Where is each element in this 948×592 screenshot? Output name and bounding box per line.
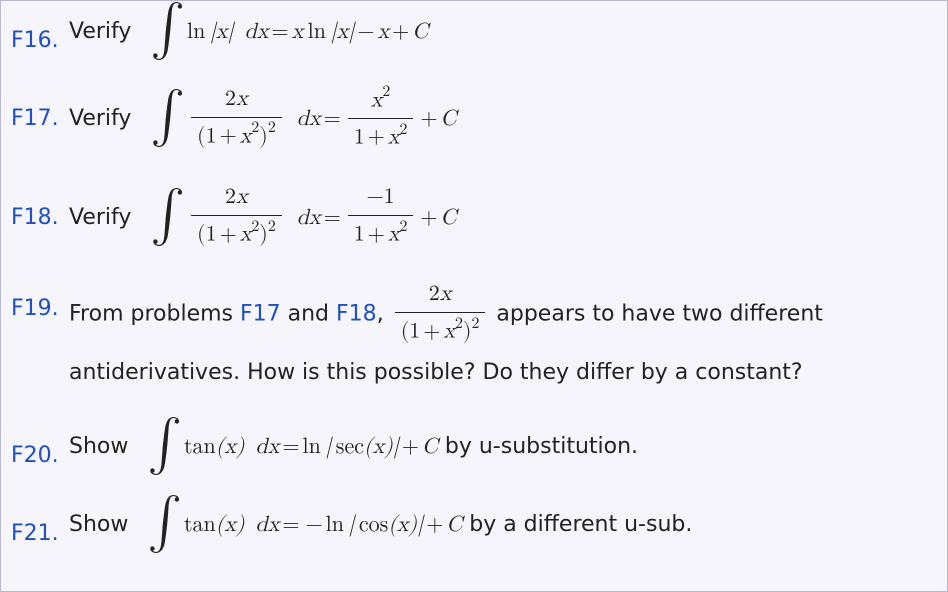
problem-ref: F18 [336, 302, 377, 327]
problem-f17: F17. Verify ∫2x(1+x2)2 dx=x21+x2+C [11, 85, 929, 156]
problem-f18: F18. Verify ∫2x(1+x2)2 dx=−11+x2+C [11, 184, 929, 253]
problem-text: Verify ∫ln |x| dx=x ln |x|−x+C [69, 16, 929, 49]
problem-text: From problems F17 and F18, 2x(1+x2)2 app… [69, 281, 929, 388]
math-expression: ∫tan(x) dx=−ln | cos(x)|+C [141, 514, 462, 536]
verb: Verify [69, 106, 131, 131]
problem-text: Show ∫tan(x) dx=−ln | cos(x)|+C by a dif… [69, 509, 929, 542]
problem-label: F16. [11, 7, 69, 57]
problem-label: F17. [11, 85, 69, 135]
text: by a different u-sub. [462, 512, 692, 537]
problem-f19: F19. From problems F17 and F18, 2x(1+x2)… [11, 281, 929, 388]
problem-f20: F20. Show ∫tan(x) dx=ln | sec(x)|+C by u… [11, 422, 929, 472]
problem-label: F19. [11, 281, 69, 325]
problem-text: Verify ∫2x(1+x2)2 dx=x21+x2+C [69, 85, 929, 156]
math-expression: ∫tan(x) dx=ln | sec(x)|+C [141, 436, 438, 458]
verb: Verify [69, 19, 131, 44]
text: From problems [69, 302, 240, 327]
text: and [281, 302, 336, 327]
math-expression: ∫2x(1+x2)2 dx=−11+x2+C [144, 207, 456, 229]
text: , [377, 302, 391, 327]
math-expression: ∫ln |x| dx=x ln |x|−x+C [144, 21, 428, 43]
text: antiderivatives. How is this possible? D… [69, 357, 929, 389]
problem-label: F18. [11, 184, 69, 234]
verb: Verify [69, 205, 131, 230]
problem-f21: F21. Show ∫tan(x) dx=−ln | cos(x)|+C by … [11, 500, 929, 550]
problem-text: Show ∫tan(x) dx=ln | sec(x)|+C by u-subs… [69, 431, 929, 464]
problem-label: F21. [11, 500, 69, 550]
problem-f16: F16. Verify ∫ln |x| dx=x ln |x|−x+C [11, 7, 929, 57]
problem-label: F20. [11, 422, 69, 472]
problem-ref: F17 [240, 302, 281, 327]
problem-text: Verify ∫2x(1+x2)2 dx=−11+x2+C [69, 184, 929, 253]
math-expression: ∫2x(1+x2)2 dx=x21+x2+C [144, 108, 456, 130]
text: by u-substitution. [438, 434, 638, 459]
verb: Show [69, 434, 128, 459]
math-expression: 2x(1+x2)2 [391, 304, 490, 326]
verb: Show [69, 512, 128, 537]
text: appears to have two different [489, 302, 822, 327]
